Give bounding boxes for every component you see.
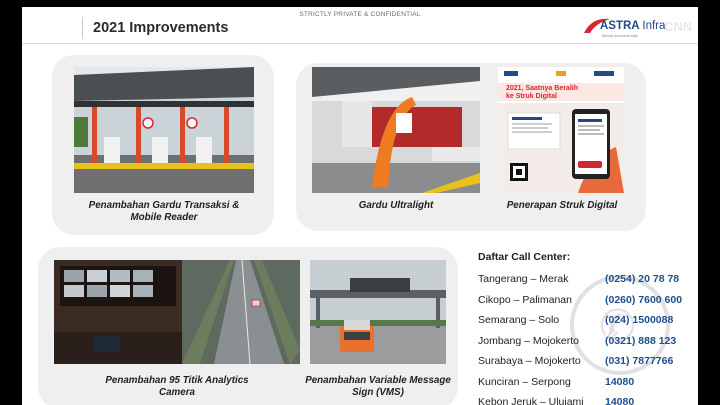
call-center-number: (0321) 888 123 bbox=[605, 334, 677, 347]
call-center-city: Kebon Jeruk – Ulujami bbox=[478, 396, 584, 405]
logo-wordmark: ASTRA Infra bbox=[600, 20, 665, 32]
call-center-row: Kunciran – Serpong 14080 bbox=[478, 372, 693, 393]
call-center-row: Kebon Jeruk – Ulujami 14080 bbox=[478, 392, 693, 405]
call-center-title: Daftar Call Center: bbox=[478, 251, 571, 263]
caption-analytics-camera: Penambahan 95 Titik Analytics Camera bbox=[105, 375, 249, 398]
logo-brand: ASTRA bbox=[600, 20, 640, 32]
call-center-number: (024) 1500088 bbox=[605, 314, 674, 327]
broadcaster-watermark: CNN bbox=[664, 19, 693, 34]
title-bar: 2021 Improvements bbox=[82, 17, 228, 39]
call-center-number: (0254) 20 78 78 bbox=[605, 273, 680, 286]
call-center-city: Surabaya – Mojokerto bbox=[478, 355, 581, 368]
caption-gardu-transaksi: Penambahan Gardu Transaksi & Mobile Read… bbox=[88, 200, 240, 223]
call-center-number: (0260) 7600 600 bbox=[605, 293, 683, 306]
poster-heading-2: ke Struk Digital bbox=[506, 93, 557, 100]
poster-struk-digital: 2021, Saatnya Beralih ke Struk Digital bbox=[498, 67, 624, 193]
photo-toll-gate bbox=[74, 67, 254, 193]
call-center-city: Cikopo – Palimanan bbox=[478, 293, 572, 306]
call-center-city: Semarang – Solo bbox=[478, 314, 560, 327]
logo-tagline: Menuju Indonesia Maju bbox=[602, 34, 639, 38]
call-center-city: Tangerang – Merak bbox=[478, 273, 569, 286]
caption-vms: Penambahan Variable Message Sign (VMS) bbox=[305, 375, 451, 398]
call-center-list: Daftar Call Center: Tangerang – Merak (0… bbox=[478, 251, 693, 405]
header-divider bbox=[22, 43, 698, 44]
logo-suffix: Infra bbox=[642, 20, 666, 32]
call-center-city: Jombang – Mojokerto bbox=[478, 334, 579, 347]
call-center-number: 14080 bbox=[605, 396, 635, 405]
call-center-number: 14080 bbox=[605, 375, 635, 388]
call-center-row: Cikopo – Palimanan (0260) 7600 600 bbox=[478, 290, 693, 311]
photo-vms bbox=[310, 260, 446, 364]
call-center-row: Surabaya – Mojokerto (031) 7877766 bbox=[478, 351, 693, 372]
call-center-row: Tangerang – Merak (0254) 20 78 78 bbox=[478, 269, 693, 290]
photo-gardu-ultralight bbox=[312, 67, 480, 193]
presentation-slide: STRICTLY PRIVATE & CONFIDENTIAL 2021 Imp… bbox=[22, 7, 698, 405]
astra-infra-logo: ASTRA Infra Menuju Indonesia Maju bbox=[582, 13, 672, 41]
caption-gardu-ultralight: Gardu Ultralight bbox=[358, 200, 434, 211]
call-center-row: Jombang – Mojokerto (0321) 888 123 bbox=[478, 331, 693, 352]
page-title: 2021 Improvements bbox=[93, 20, 229, 36]
photo-analytics-camera bbox=[54, 260, 300, 364]
caption-struk-digital: Penerapan Struk Digital bbox=[506, 200, 618, 211]
call-center-row: Semarang – Solo (024) 1500088 bbox=[478, 310, 693, 331]
call-center-city: Kunciran – Serpong bbox=[478, 375, 571, 388]
poster-heading-1: 2021, Saatnya Beralih bbox=[506, 85, 578, 92]
call-center-number: (031) 7877766 bbox=[605, 355, 674, 368]
